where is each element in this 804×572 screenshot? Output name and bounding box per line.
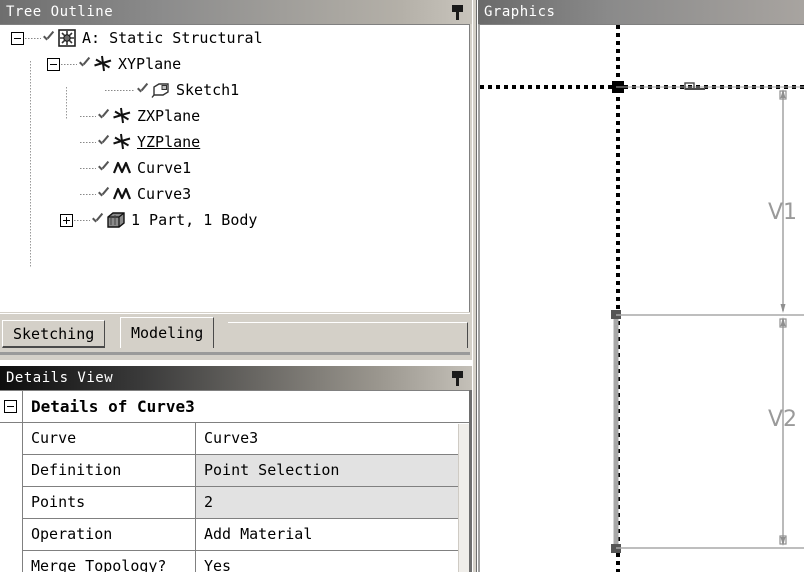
collapse-expander-icon[interactable] — [47, 57, 60, 71]
property-name: Merge Topology? — [22, 551, 196, 572]
tree-item-label: YZPlane — [137, 133, 201, 151]
table-row[interactable]: Points 2 — [22, 487, 472, 519]
dimension-arrow — [780, 304, 786, 313]
property-name: Curve — [22, 423, 196, 454]
tree-item-label: Curve3 — [137, 185, 192, 203]
table-row[interactable]: Merge Topology? Yes — [22, 551, 472, 572]
tree-item-sketch1[interactable]: Sketch1 — [0, 77, 469, 103]
graphics-panel: Graphics V1 V2 — [478, 0, 804, 572]
collapse-expander-icon[interactable] — [4, 400, 17, 413]
dimension-arrow — [780, 537, 786, 546]
tree-dotted-connector — [74, 219, 90, 221]
tab-label: Sketching — [13, 324, 95, 343]
tree-outline-list[interactable]: A: Static Structural XYPlane Sketch1 ZXP… — [0, 24, 470, 312]
plane-icon — [111, 106, 133, 126]
tree-outline-titlebar: Tree Outline — [0, 0, 472, 24]
sketch-canvas — [480, 25, 804, 572]
graphics-title-label: Graphics — [484, 4, 556, 20]
static-structural-icon — [56, 28, 78, 48]
tree-dotted-connector — [80, 141, 96, 143]
property-name: Operation — [22, 519, 196, 550]
details-view-title-label: Details View — [6, 370, 114, 386]
details-group-header-label: Details of Curve3 — [22, 391, 472, 423]
tree-outline-title-label: Tree Outline — [6, 4, 114, 20]
table-row[interactable]: Curve Curve3 — [22, 423, 472, 455]
checkmark-icon — [78, 56, 92, 72]
table-row[interactable]: Definition Point Selection — [22, 455, 472, 487]
table-row[interactable]: Operation Add Material — [22, 519, 472, 551]
tree-dotted-connector — [80, 115, 96, 117]
tree-outline-panel: Tree Outline A: Static Structural XYPlan… — [0, 0, 472, 360]
tree-item-label: A: Static Structural — [82, 29, 263, 47]
graphics-titlebar: Graphics — [478, 0, 804, 24]
dimension-label-v1[interactable]: V1 — [768, 200, 797, 225]
checkmark-icon — [136, 82, 150, 98]
tabstrip-filler — [228, 322, 468, 348]
graphics-viewport[interactable]: V1 V2 — [478, 24, 804, 572]
dimension-arrow — [780, 317, 786, 326]
tree-dotted-connector — [61, 63, 77, 65]
tab-label: Modeling — [131, 324, 204, 342]
dimension-arrow — [780, 89, 786, 98]
details-view-titlebar: Details View — [0, 366, 472, 390]
property-value[interactable]: Add Material — [196, 519, 472, 550]
curve-icon — [111, 184, 133, 204]
dimension-label-v2[interactable]: V2 — [768, 407, 797, 432]
tree-dotted-connector — [80, 193, 96, 195]
tree-item-zxplane[interactable]: ZXPlane — [0, 103, 469, 129]
sketch-icon — [150, 80, 172, 100]
checkmark-icon — [97, 186, 111, 202]
property-value[interactable]: Yes — [196, 551, 472, 572]
tree-item-static-structural[interactable]: A: Static Structural — [0, 25, 469, 51]
property-value[interactable]: 2 — [196, 487, 472, 518]
property-name: Definition — [22, 455, 196, 486]
expand-expander-icon[interactable] — [60, 213, 73, 227]
tree-item-label: ZXPlane — [137, 107, 201, 125]
tab-modeling[interactable]: Modeling — [120, 317, 215, 348]
tree-item-part-body[interactable]: 1 Part, 1 Body — [0, 207, 469, 233]
tree-item-xyplane[interactable]: XYPlane — [0, 51, 469, 77]
tab-sketching[interactable]: Sketching — [2, 320, 106, 348]
tree-dotted-connector — [105, 89, 135, 91]
tree-item-curve1[interactable]: Curve1 — [0, 155, 469, 181]
tree-item-label: Curve1 — [137, 159, 192, 177]
checkmark-icon — [42, 30, 56, 46]
tree-item-curve3[interactable]: Curve3 — [0, 181, 469, 207]
collapse-expander-icon[interactable] — [11, 31, 24, 45]
checkmark-icon — [91, 212, 105, 228]
curve-icon — [111, 158, 133, 178]
tree-item-label: XYPlane — [118, 55, 182, 73]
checkmark-icon — [97, 108, 111, 124]
checkmark-icon — [97, 134, 111, 150]
property-name: Points — [22, 487, 196, 518]
tree-panel-bottom-edge — [0, 352, 470, 355]
tree-panel-tabstrip: Sketching Modeling — [0, 313, 470, 348]
details-scrollbar[interactable] — [458, 424, 469, 572]
property-value[interactable]: Point Selection — [196, 455, 472, 486]
checkmark-icon — [97, 160, 111, 176]
tree-dotted-connector — [25, 37, 41, 39]
plane-icon — [111, 132, 133, 152]
panel-splitter[interactable] — [472, 0, 477, 572]
pin-icon[interactable] — [448, 367, 468, 389]
details-view-panel: Details View Details of Curve3 Curve Cur… — [0, 366, 472, 572]
details-view-table[interactable]: Details of Curve3 Curve Curve3 Definitio… — [0, 390, 472, 572]
pin-icon[interactable] — [448, 1, 468, 23]
tree-item-label: 1 Part, 1 Body — [131, 211, 258, 229]
plane-icon — [92, 54, 114, 74]
body-icon — [105, 210, 127, 230]
property-value[interactable]: Curve3 — [196, 423, 472, 454]
tree-dotted-connector — [80, 167, 96, 169]
designmodeler-window: Tree Outline A: Static Structural XYPlan… — [0, 0, 804, 572]
details-group-header[interactable]: Details of Curve3 — [0, 391, 472, 423]
tree-item-label: Sketch1 — [176, 81, 240, 99]
tree-item-yzplane[interactable]: YZPlane — [0, 129, 469, 155]
